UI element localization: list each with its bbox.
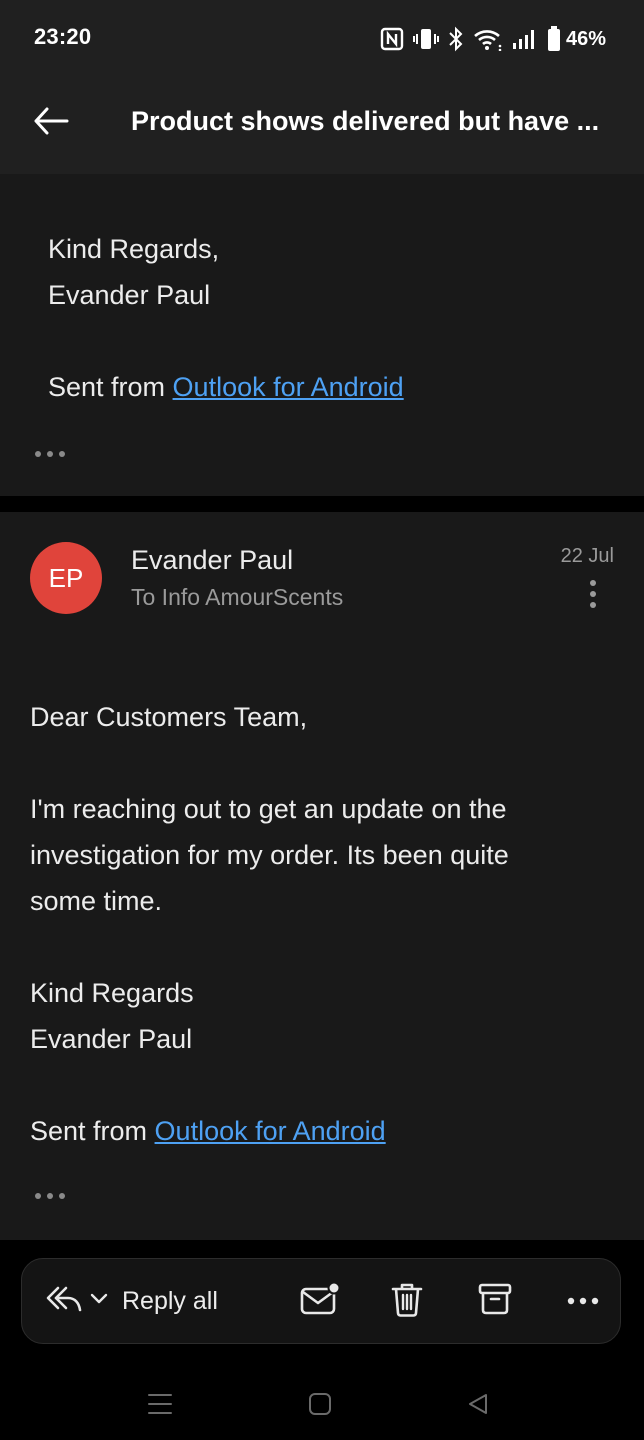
message-date: 22 Jul xyxy=(560,545,614,567)
message-card: EP Evander Paul To Info AmourScents 22 J… xyxy=(0,512,644,1240)
message-card-previous: Kind Regards, Evander Paul Sent from Out… xyxy=(0,174,644,496)
triangle-back-icon xyxy=(466,1392,490,1421)
chevron-down-icon[interactable] xyxy=(90,1292,108,1310)
email-greeting: Dear Customers Team, xyxy=(30,702,308,732)
sent-from-line: Sent from Outlook for Android xyxy=(30,1108,386,1154)
archive-icon xyxy=(478,1282,512,1321)
outlook-for-android-link[interactable]: Outlook for Android xyxy=(155,1116,386,1146)
nfc-icon xyxy=(380,27,404,51)
outlook-for-android-link[interactable]: Outlook for Android xyxy=(173,372,404,402)
reply-all-label: Reply all xyxy=(122,1286,218,1315)
mail-unread-icon xyxy=(300,1281,341,1322)
wifi-icon xyxy=(473,27,503,51)
system-back-button[interactable] xyxy=(458,1386,498,1426)
mark-unread-button[interactable] xyxy=(300,1281,341,1322)
home-square-icon xyxy=(308,1392,332,1421)
email-body-line-2: investigation for my order. Its been qui… xyxy=(30,840,509,870)
system-navigation-bar xyxy=(0,1370,644,1440)
closing-line: Kind Regards, xyxy=(48,234,220,264)
show-quoted-text-button[interactable] xyxy=(35,447,69,461)
more-actions-button[interactable] xyxy=(563,1281,603,1321)
reply-all-icon xyxy=(46,1284,82,1319)
back-button[interactable] xyxy=(28,100,74,146)
show-quoted-text-button[interactable] xyxy=(35,1189,69,1203)
battery-icon xyxy=(547,26,561,52)
avatar[interactable]: EP xyxy=(30,542,102,614)
delete-button[interactable] xyxy=(387,1281,427,1321)
archive-button[interactable] xyxy=(475,1281,515,1321)
message-more-options-button[interactable] xyxy=(584,578,602,610)
recents-button[interactable] xyxy=(140,1386,180,1426)
status-bar: 23:20 46% xyxy=(0,0,644,76)
vibrate-icon xyxy=(412,27,439,51)
sent-from-prefix: Sent from xyxy=(30,1116,155,1146)
status-time: 23:20 xyxy=(34,24,92,49)
email-body-line-3: some time. xyxy=(30,886,163,916)
email-body-line-1: I'm reaching out to get an update on the xyxy=(30,794,507,824)
status-icons: 46% xyxy=(380,24,606,54)
recipient-line[interactable]: To Info AmourScents xyxy=(131,584,343,611)
menu-lines-icon xyxy=(147,1391,173,1422)
signature-name: Evander Paul xyxy=(48,280,211,310)
signature-name: Evander Paul xyxy=(30,1024,193,1054)
battery-percentage: 46% xyxy=(565,27,606,50)
message-action-bar: Reply all xyxy=(21,1258,621,1344)
sender-name: Evander Paul xyxy=(131,545,294,575)
signal-icon xyxy=(512,27,538,51)
bluetooth-icon xyxy=(448,26,464,52)
closing-line: Kind Regards xyxy=(30,978,194,1008)
home-button[interactable] xyxy=(300,1386,340,1426)
app-header: Product shows delivered but have ... xyxy=(0,76,644,174)
sent-from-line: Sent from Outlook for Android xyxy=(48,364,404,410)
more-horizontal-icon xyxy=(567,1292,599,1310)
reply-all-button[interactable]: Reply all xyxy=(46,1281,218,1321)
arrow-left-icon xyxy=(33,107,69,140)
message-divider xyxy=(0,496,644,512)
email-subject-title: Product shows delivered but have ... xyxy=(131,106,600,136)
sent-from-prefix: Sent from xyxy=(48,372,173,402)
trash-icon xyxy=(390,1281,424,1322)
